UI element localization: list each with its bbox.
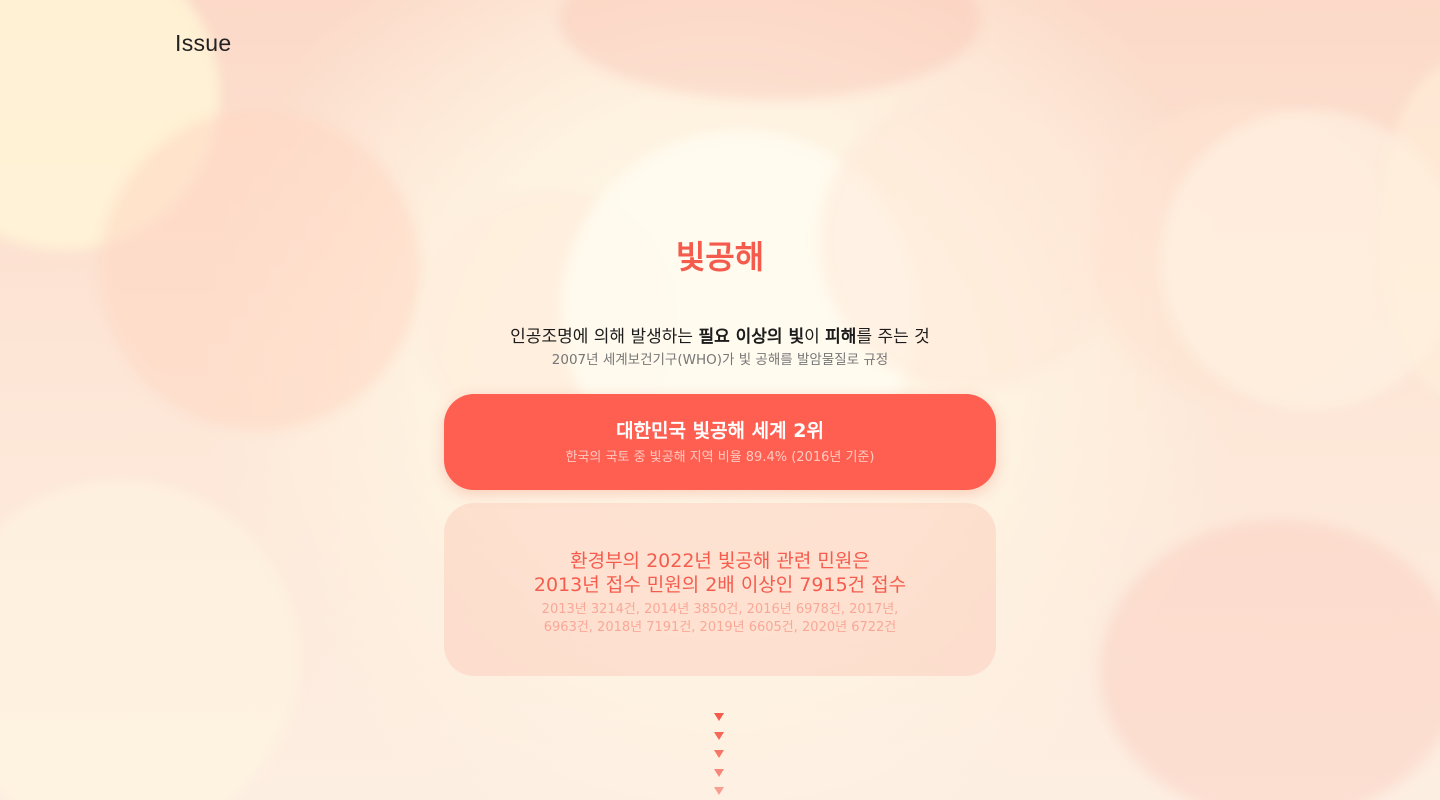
definition-part: 이 — [804, 327, 826, 347]
definition-part: 를 주는 것 — [856, 327, 930, 347]
complaints-card: 환경부의 2022년 빛공해 관련 민원은 2013년 접수 민원의 2배 이상… — [444, 503, 996, 676]
down-triangle-icon — [714, 732, 724, 740]
down-triangle-icon — [714, 713, 724, 721]
page-content: Issue 빛공해 인공조명에 의해 발생하는 필요 이상의 빛이 피해를 주는… — [0, 0, 1440, 800]
definition-text: 인공조명에 의해 발생하는 필요 이상의 빛이 피해를 주는 것 — [0, 322, 1440, 347]
complaints-card-line: 환경부의 2022년 빛공해 관련 민원은 — [570, 550, 870, 572]
section-title: 빛공해 — [675, 238, 765, 276]
complaints-card-detail: 2013년 3214건, 2014년 3850건, 2016년 6978건, 2… — [541, 602, 899, 617]
down-triangle-icon — [714, 787, 724, 795]
ranking-card: 대한민국 빛공해 세계 2위 한국의 국토 중 빛공해 지역 비율 89.4% … — [444, 394, 996, 490]
definition-subtext: 2007년 세계보건기구(WHO)가 빛 공해를 발암물질로 규정 — [551, 352, 889, 368]
down-triangle-icon — [714, 750, 724, 758]
ranking-card-subtext: 한국의 국토 중 빛공해 지역 비율 89.4% (2016년 기준) — [565, 450, 875, 465]
scroll-down-indicator[interactable] — [710, 710, 730, 800]
down-triangle-icon — [714, 769, 724, 777]
ranking-card-heading: 대한민국 빛공해 세계 2위 — [616, 420, 824, 442]
definition-emphasis: 필요 이상의 빛 — [698, 327, 805, 347]
complaints-card-detail: 6963건, 2018년 7191건, 2019년 6605건, 2020년 6… — [543, 620, 897, 635]
definition-part: 인공조명에 의해 발생하는 — [510, 327, 699, 347]
definition-emphasis: 피해 — [825, 327, 857, 347]
page-header-title: Issue — [175, 30, 232, 56]
complaints-card-line: 2013년 접수 민원의 2배 이상인 7915건 접수 — [533, 574, 907, 596]
